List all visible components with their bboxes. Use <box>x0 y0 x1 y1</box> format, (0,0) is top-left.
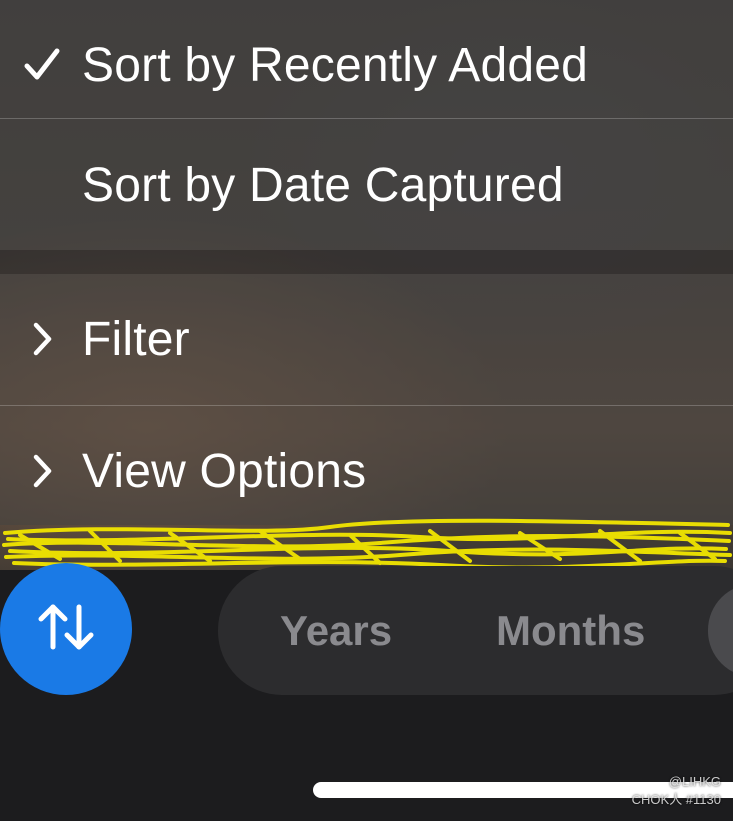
segment-months[interactable]: Months <box>496 566 645 695</box>
menu-item-label: Sort by Date Captured <box>82 158 564 212</box>
chevron-right-icon <box>18 274 66 404</box>
segment-years[interactable]: Years <box>280 566 392 695</box>
more-options-group: Filter View Options <box>0 274 733 525</box>
menu-item-filter[interactable]: Filter <box>0 274 733 404</box>
watermark: @LIHKG CHOK人 #1130 <box>632 773 721 809</box>
segment-selected-partial[interactable] <box>708 584 733 677</box>
menu-item-sort-recently-added[interactable]: Sort by Recently Added <box>0 0 733 130</box>
menu-item-label: Sort by Recently Added <box>82 38 589 92</box>
menu-group-separator <box>0 250 733 274</box>
watermark-line-1: @LIHKG <box>668 774 721 789</box>
menu-item-sort-date-captured[interactable]: Sort by Date Captured <box>0 120 733 250</box>
screen: Sort by Recently Added Sort by Date Capt… <box>0 0 733 821</box>
sort-menu: Sort by Recently Added Sort by Date Capt… <box>0 0 733 525</box>
menu-item-label: Filter <box>82 312 190 366</box>
view-segmented-control: Years Months <box>218 566 733 695</box>
checkmark-icon <box>18 0 66 130</box>
watermark-line-2: CHOK人 #1130 <box>631 792 721 807</box>
sort-button[interactable] <box>0 563 132 695</box>
sort-options-group: Sort by Recently Added Sort by Date Capt… <box>0 0 733 250</box>
menu-divider <box>0 118 733 119</box>
sort-arrows-icon <box>35 601 97 658</box>
